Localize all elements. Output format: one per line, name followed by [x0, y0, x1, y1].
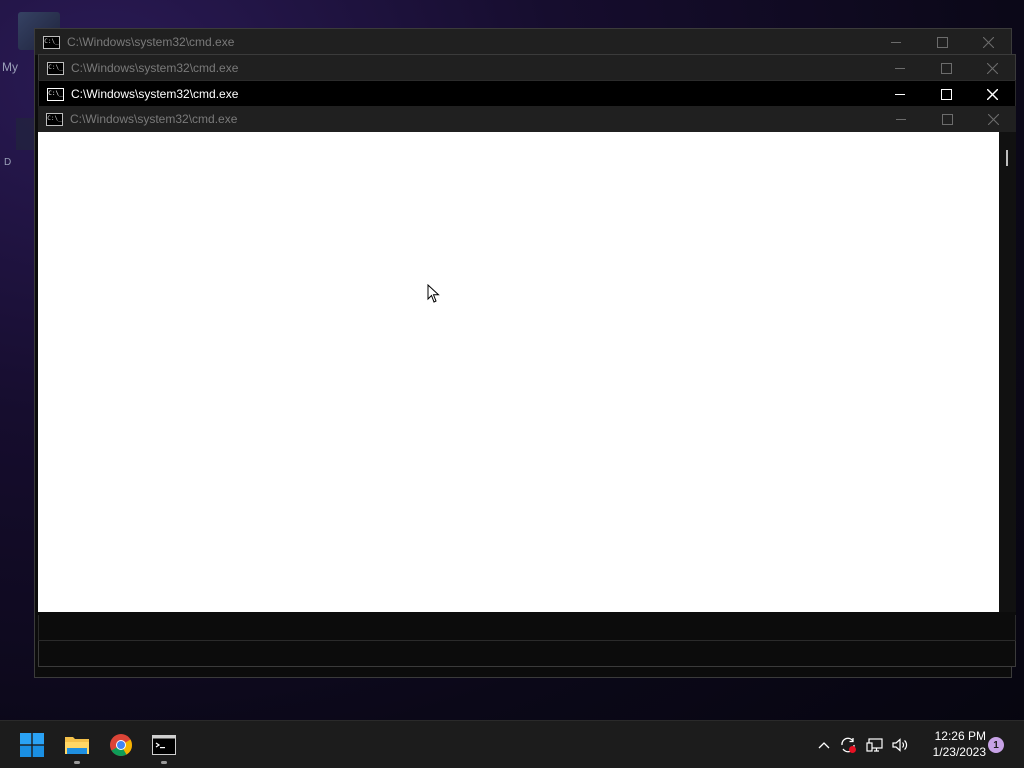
- desktop-icon[interactable]: [16, 118, 36, 150]
- running-indicator: [161, 761, 167, 764]
- close-icon: [982, 36, 994, 48]
- minimize-button[interactable]: [873, 29, 919, 55]
- close-icon: [987, 113, 999, 125]
- close-button[interactable]: [969, 55, 1015, 81]
- speaker-icon: [892, 738, 908, 752]
- window-title: C:\Windows\system32\cmd.exe: [70, 112, 238, 126]
- cmd-icon: [152, 735, 176, 755]
- volume-tray-icon[interactable]: [889, 733, 911, 757]
- minimize-icon: [891, 41, 901, 43]
- cmd-icon: C:\_: [47, 87, 64, 101]
- show-hidden-icons-button[interactable]: [815, 733, 833, 757]
- window-titlebar[interactable]: C:\_ C:\Windows\system32\cmd.exe: [35, 29, 1011, 55]
- start-button[interactable]: [12, 725, 52, 765]
- window-titlebar[interactable]: C:\_ C:\Windows\system32\cmd.exe: [39, 55, 1015, 81]
- maximize-button[interactable]: [923, 55, 969, 81]
- command-prompt-taskbar-button[interactable]: [144, 725, 184, 765]
- close-icon: [986, 62, 998, 74]
- close-icon: [986, 88, 998, 100]
- maximize-icon: [941, 113, 953, 125]
- window-titlebar[interactable]: C:\_ C:\Windows\system32\cmd.exe: [39, 81, 1015, 107]
- maximize-button[interactable]: [923, 81, 969, 107]
- console-area[interactable]: [38, 132, 999, 612]
- folder-icon: [65, 737, 89, 754]
- cmd-window[interactable]: C:\_ C:\Windows\system32\cmd.exe: [38, 106, 1016, 615]
- close-button[interactable]: [969, 81, 1015, 107]
- desktop-icon-label: My: [2, 60, 18, 74]
- taskbar: 12:26 PM 1/23/2023 1: [0, 720, 1024, 768]
- network-tray-icon[interactable]: [864, 733, 886, 757]
- chrome-button[interactable]: [101, 725, 141, 765]
- notification-badge[interactable]: 1: [988, 737, 1004, 753]
- close-button[interactable]: [970, 106, 1016, 132]
- minimize-button[interactable]: [877, 55, 923, 81]
- chrome-icon: [110, 734, 132, 756]
- minimize-icon: [896, 118, 906, 120]
- window-titlebar[interactable]: C:\_ C:\Windows\system32\cmd.exe: [38, 106, 1016, 132]
- network-icon: [866, 738, 883, 752]
- maximize-icon: [936, 36, 948, 48]
- window-title: C:\Windows\system32\cmd.exe: [71, 61, 239, 75]
- window-title: C:\Windows\system32\cmd.exe: [71, 87, 239, 101]
- maximize-icon: [940, 88, 952, 100]
- maximize-button[interactable]: [924, 106, 970, 132]
- running-indicator: [74, 761, 80, 764]
- windows-logo-icon: [20, 733, 44, 757]
- close-button[interactable]: [965, 29, 1011, 55]
- sync-icon: [841, 737, 856, 753]
- window-title: C:\Windows\system32\cmd.exe: [67, 35, 235, 49]
- maximize-button[interactable]: [919, 29, 965, 55]
- minimize-icon: [895, 93, 905, 95]
- cmd-icon: C:\_: [43, 35, 60, 49]
- file-explorer-button[interactable]: [57, 725, 97, 765]
- taskbar-clock[interactable]: 12:26 PM 1/23/2023: [916, 728, 986, 760]
- minimize-button[interactable]: [878, 106, 924, 132]
- clock-date: 1/23/2023: [932, 745, 986, 759]
- minimize-icon: [895, 67, 905, 69]
- scrollbar-thumb[interactable]: [1006, 150, 1008, 166]
- cmd-icon: C:\_: [46, 112, 63, 126]
- minimize-button[interactable]: [877, 81, 923, 107]
- maximize-icon: [940, 62, 952, 74]
- mouse-pointer-icon: [427, 284, 440, 303]
- vertical-scrollbar[interactable]: [999, 132, 1016, 612]
- desktop-icon-label: D: [4, 157, 12, 168]
- cmd-icon: C:\_: [47, 61, 64, 75]
- chevron-up-icon: [818, 742, 830, 749]
- sync-tray-icon[interactable]: [837, 733, 859, 757]
- clock-time: 12:26 PM: [934, 729, 986, 743]
